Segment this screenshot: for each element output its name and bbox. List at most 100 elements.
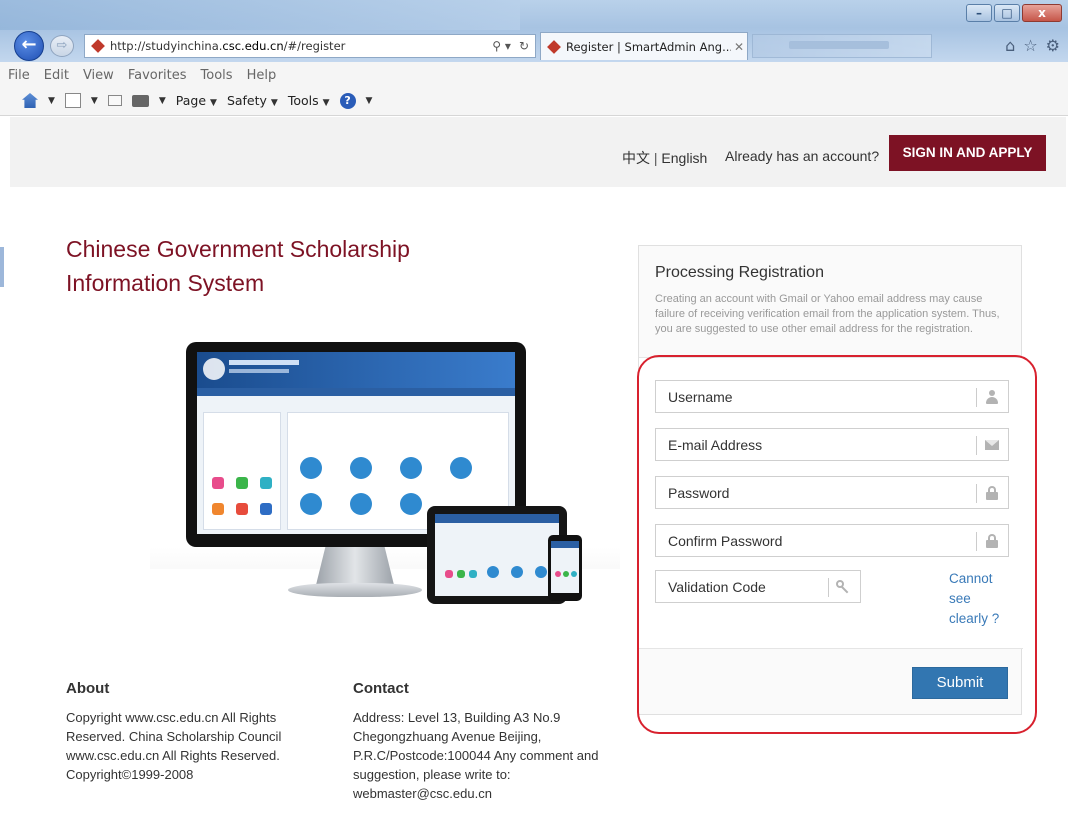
- back-button[interactable]: ←: [14, 31, 44, 61]
- tab-register[interactable]: Register | SmartAdmin Ang... ✕: [540, 32, 748, 60]
- mock-circle-icon: [450, 457, 472, 479]
- help-icon[interactable]: ?: [339, 92, 356, 109]
- safety-menu-label: Safety: [226, 93, 267, 108]
- print-icon[interactable]: [131, 94, 149, 107]
- mock-tile-icon: [469, 570, 477, 578]
- address-bar[interactable]: http://studyinchina.csc.edu.cn/#/registe…: [84, 34, 536, 58]
- phone-illustration: [548, 535, 582, 601]
- mock-tile-icon: [563, 571, 569, 577]
- web-page: 中文 | English Already has an account? SIG…: [0, 117, 1068, 835]
- tablet-header: [435, 514, 559, 523]
- tab-favicon-icon: [547, 39, 561, 54]
- monitor-base: [288, 583, 422, 597]
- mock-tile-icon: [445, 570, 453, 578]
- mock-circle-icon: [487, 566, 499, 578]
- page-title: Chinese Government Scholarship Informati…: [66, 236, 410, 296]
- mock-tile-icon: [260, 503, 272, 515]
- minimize-button[interactable]: –: [966, 4, 992, 22]
- mock-circle-icon: [400, 457, 422, 479]
- browser-right-icons: ⌂ ☆ ⚙: [1005, 36, 1060, 55]
- registration-title: Processing Registration: [655, 264, 824, 281]
- already-account-text: Already has an account?: [725, 148, 880, 164]
- contact-heading: Contact: [353, 680, 409, 697]
- contact-text: Address: Level 13, Building A3 No.9 Cheg…: [353, 710, 599, 801]
- about-text: Copyright www.csc.edu.cn All Rights Rese…: [66, 710, 282, 782]
- home-icon[interactable]: ⌂: [1005, 36, 1015, 55]
- tab-close-icon[interactable]: ✕: [731, 40, 747, 54]
- menu-view[interactable]: View: [83, 68, 114, 83]
- phone-screen: [551, 541, 579, 593]
- lang-english-link[interactable]: English: [661, 150, 707, 166]
- address-tools: ⚲ ▾ ↻: [492, 39, 535, 53]
- url-domain: csc.edu.cn: [222, 39, 284, 53]
- navigation-row: ← ⇨ http://studyinchina.csc.edu.cn/#/reg…: [0, 30, 1068, 62]
- lang-chinese-link[interactable]: 中文: [622, 150, 650, 166]
- mock-header: [197, 352, 515, 388]
- favorites-star-icon[interactable]: ☆: [1023, 36, 1037, 55]
- tab-background[interactable]: [752, 34, 932, 58]
- mock-tile-icon: [457, 570, 465, 578]
- site-top-nav: 中文 | English Already has an account? SIG…: [10, 117, 1066, 187]
- browser-titlebar: – □ x ← ⇨ http://studyinchina.csc.edu.cn…: [0, 0, 1068, 62]
- close-window-button[interactable]: x: [1022, 4, 1062, 22]
- mock-tile-icon: [236, 503, 248, 515]
- highlight-outline: [637, 355, 1037, 734]
- page-menu[interactable]: Page ▼: [176, 93, 217, 108]
- forward-button[interactable]: ⇨: [50, 35, 74, 57]
- browser-command-bar: ▼ ▼ ▼ Page ▼ Safety ▼ Tools ▼ ? ▼: [0, 86, 1068, 116]
- refresh-icon[interactable]: ↻: [519, 39, 529, 53]
- menu-tools[interactable]: Tools: [201, 68, 233, 83]
- menu-edit[interactable]: Edit: [44, 68, 69, 83]
- mock-circle-icon: [350, 493, 372, 515]
- mock-tile-icon: [212, 503, 224, 515]
- tools-menu[interactable]: Tools ▼: [288, 93, 330, 108]
- tab-background-title: [789, 41, 889, 49]
- safety-menu[interactable]: Safety ▼: [227, 93, 278, 108]
- tab-title: Register | SmartAdmin Ang...: [566, 39, 731, 54]
- search-icon[interactable]: ⚲ ▾: [492, 39, 511, 53]
- mock-tile-icon: [236, 477, 248, 489]
- tablet-illustration: [427, 506, 567, 604]
- maximize-button[interactable]: □: [994, 4, 1020, 22]
- help-caret-icon[interactable]: ▼: [366, 96, 373, 106]
- mock-circle-icon: [300, 493, 322, 515]
- menu-file[interactable]: File: [8, 68, 30, 83]
- address-url[interactable]: http://studyinchina.csc.edu.cn/#/registe…: [110, 39, 492, 53]
- mock-circle-icon: [511, 566, 523, 578]
- sign-in-apply-button[interactable]: SIGN IN AND APPLY: [889, 135, 1046, 171]
- mock-tile-icon: [260, 477, 272, 489]
- mock-logo-icon: [203, 358, 225, 380]
- lang-separator: |: [650, 150, 662, 166]
- url-prefix: http://studyinchina.: [110, 39, 223, 53]
- mail-icon[interactable]: [107, 95, 122, 106]
- about-heading: About: [66, 680, 110, 697]
- titlebar-background: [0, 0, 520, 30]
- tools-menu-label: Tools: [287, 93, 319, 108]
- mock-tile-icon: [212, 477, 224, 489]
- site-favicon-icon: [91, 39, 105, 53]
- mock-tile-icon: [571, 571, 577, 577]
- chevron-down-icon: ▼: [322, 98, 330, 108]
- monitor-stand: [316, 547, 394, 585]
- url-suffix: /#/register: [283, 39, 346, 53]
- chevron-down-icon: ▼: [270, 98, 278, 108]
- chevron-down-icon: ▼: [210, 98, 217, 108]
- feeds-icon[interactable]: [64, 93, 81, 108]
- mock-header-line: [229, 360, 299, 365]
- home-caret-icon[interactable]: ▼: [48, 96, 55, 106]
- mock-circle-icon: [300, 457, 322, 479]
- page-menu-label: Page: [175, 93, 207, 108]
- feeds-caret-icon[interactable]: ▼: [91, 96, 98, 106]
- browser-menubar: File Edit View Favorites Tools Help: [0, 62, 1068, 88]
- mock-circle-icon: [535, 566, 547, 578]
- phone-header: [551, 541, 579, 548]
- mock-header-line: [229, 369, 289, 373]
- left-edge-marker: [0, 247, 4, 287]
- mock-tile-icon: [555, 571, 561, 577]
- home-command-icon[interactable]: [22, 93, 38, 108]
- settings-gear-icon[interactable]: ⚙: [1046, 36, 1060, 55]
- menu-help[interactable]: Help: [247, 68, 277, 83]
- menu-favorites[interactable]: Favorites: [128, 68, 187, 83]
- mock-nav: [197, 388, 515, 396]
- print-caret-icon[interactable]: ▼: [159, 96, 166, 106]
